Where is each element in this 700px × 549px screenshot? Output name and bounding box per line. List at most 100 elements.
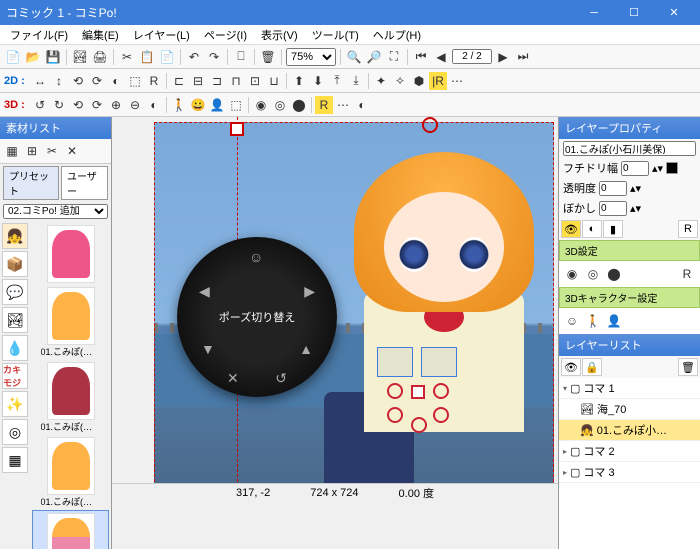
2d-align-icon[interactable]: ⊏	[170, 72, 188, 90]
menu-file[interactable]: ファイル(F)	[4, 25, 74, 45]
2d-misc-icon[interactable]: |R	[429, 72, 447, 90]
radial-reset-icon[interactable]: ↺	[275, 370, 287, 387]
category-icon[interactable]: 👧	[2, 223, 28, 249]
rotate-handle[interactable]	[422, 117, 438, 133]
3d-tool-icon[interactable]: ◎	[271, 96, 289, 114]
close-button[interactable]: ✕	[654, 0, 694, 25]
prop-tab-icon[interactable]: 👁	[561, 220, 581, 238]
category-icon[interactable]: 💧	[2, 335, 28, 361]
3d-tool-icon[interactable]: ⟲	[69, 96, 87, 114]
menu-help[interactable]: ヘルプ(H)	[367, 25, 427, 45]
2d-order-icon[interactable]: ⬆	[290, 72, 308, 90]
prop-tab-icon[interactable]: ◐	[582, 220, 602, 238]
category-icon[interactable]: 💬	[2, 279, 28, 305]
3d-tool-icon[interactable]: ↺	[31, 96, 49, 114]
menu-edit[interactable]: 編集(E)	[76, 25, 125, 45]
paste-icon[interactable]: 📄	[158, 48, 176, 66]
asset-thumb[interactable]	[32, 223, 109, 285]
first-page-icon[interactable]: ⏮	[412, 48, 430, 66]
char-setting-icon[interactable]: 👤	[605, 312, 623, 330]
menu-layer[interactable]: レイヤー(L)	[127, 25, 196, 45]
3d-tool-icon[interactable]: ⋯	[334, 96, 352, 114]
print-icon[interactable]: 🖨	[91, 48, 109, 66]
fit-icon[interactable]: ⛶	[385, 48, 403, 66]
char-setting-icon[interactable]: 🚶	[584, 312, 602, 330]
snap-icon[interactable]: ⎕	[232, 48, 250, 66]
open-icon[interactable]: 📂	[24, 48, 42, 66]
zoomin-icon[interactable]: 🔍	[345, 48, 363, 66]
maximize-button[interactable]: ☐	[614, 0, 654, 25]
radial-down-icon[interactable]: ▼	[201, 341, 215, 357]
char-setting-icon[interactable]: ☺	[563, 312, 581, 330]
radial-left-icon[interactable]: ◀	[199, 283, 210, 300]
layer-item[interactable]: ▸▢コマ 3	[559, 462, 700, 483]
radial-up-icon[interactable]: ▲	[299, 341, 313, 357]
layer-item[interactable]: 👧01.こみぽ小…	[559, 420, 700, 441]
2d-tool-icon[interactable]: ↔	[31, 72, 49, 90]
asset-thumb[interactable]: 01.こみぽ(小…	[32, 510, 109, 549]
layer-item[interactable]: ▾▢コマ 1	[559, 378, 700, 399]
asset-category-select[interactable]: 02.コミPo! 追加	[3, 204, 108, 219]
layer-tool-icon[interactable]: 🗑	[678, 358, 698, 376]
tab-preset[interactable]: プリセット	[3, 166, 59, 200]
2d-align-icon[interactable]: ⊓	[227, 72, 245, 90]
3d-tool-icon[interactable]: 🚶	[170, 96, 188, 114]
save-icon[interactable]: 💾	[44, 48, 62, 66]
menu-tool[interactable]: ツール(T)	[306, 25, 365, 45]
3d-setting-icon[interactable]: R	[678, 265, 696, 283]
opacity-field[interactable]	[599, 181, 627, 196]
minimize-button[interactable]: ─	[574, 0, 614, 25]
menu-page[interactable]: ページ(I)	[198, 25, 253, 45]
page-field[interactable]	[452, 49, 492, 64]
blur-field[interactable]	[599, 201, 627, 216]
category-icon[interactable]: カキモジ	[2, 363, 28, 389]
2d-tool-icon[interactable]: ↕	[50, 72, 68, 90]
category-icon[interactable]: ✨	[2, 391, 28, 417]
3d-setting-icon[interactable]: ⬤	[605, 265, 623, 283]
category-icon[interactable]: 📦	[2, 251, 28, 277]
2d-misc-icon[interactable]: ✦	[372, 72, 390, 90]
radial-close-icon[interactable]: ✕	[227, 370, 239, 387]
3d-tool-icon[interactable]: ⊖	[126, 96, 144, 114]
asset-tool-icon[interactable]: ✕	[63, 142, 81, 160]
3d-tool-icon[interactable]: R	[315, 96, 333, 114]
3d-tool-icon[interactable]: 👤	[208, 96, 226, 114]
2d-misc-icon[interactable]: ✧	[391, 72, 409, 90]
selection-gizmo[interactable]	[377, 347, 467, 427]
menu-view[interactable]: 表示(V)	[255, 25, 304, 45]
2d-order-icon[interactable]: ⬇	[309, 72, 327, 90]
2d-order-icon[interactable]: ⤓	[347, 72, 365, 90]
tab-user[interactable]: ユーザー	[61, 166, 108, 200]
category-icon[interactable]: ◎	[2, 419, 28, 445]
asset-thumb[interactable]: 01.こみぽ(小…	[32, 285, 109, 360]
export-icon[interactable]: 🏞	[71, 48, 89, 66]
layer-item[interactable]: ▸▢コマ 2	[559, 441, 700, 462]
border-color-swatch[interactable]	[666, 162, 678, 174]
2d-misc-icon[interactable]: ⋯	[448, 72, 466, 90]
zoom-select[interactable]: 75%	[286, 48, 336, 66]
undo-icon[interactable]: ↶	[185, 48, 203, 66]
3d-tool-icon[interactable]: ⟳	[88, 96, 106, 114]
layer-item[interactable]: 🏞海_70	[559, 399, 700, 420]
asset-thumb[interactable]: 01.こみぽ(小…	[32, 435, 109, 510]
next-page-icon[interactable]: ▶	[494, 48, 512, 66]
3d-tool-icon[interactable]: ↻	[50, 96, 68, 114]
radial-right-icon[interactable]: ▶	[304, 283, 315, 300]
3d-tool-icon[interactable]: ◐	[145, 96, 163, 114]
3d-setting-icon[interactable]: ◉	[563, 265, 581, 283]
prop-tab-icon[interactable]: R	[678, 220, 698, 238]
2d-align-icon[interactable]: ⊐	[208, 72, 226, 90]
asset-tool-icon[interactable]: ▦	[3, 142, 21, 160]
asset-tool-icon[interactable]: ⊞	[23, 142, 41, 160]
3d-tool-icon[interactable]: ◉	[252, 96, 270, 114]
asset-tool-icon[interactable]: ✂	[43, 142, 61, 160]
3d-setting-icon[interactable]: ◎	[584, 265, 602, 283]
layer-name-field[interactable]	[563, 141, 696, 156]
radial-menu[interactable]: ポーズ切り替え ☺ ◀ ▶ ▼ ▲ ✕ ↺	[177, 237, 337, 397]
asset-thumb[interactable]: 01.こみぽ(小…	[32, 360, 109, 435]
category-icon[interactable]: 🏞	[2, 307, 28, 333]
radial-smile-icon[interactable]: ☺	[249, 249, 263, 265]
2d-align-icon[interactable]: ⊟	[189, 72, 207, 90]
3d-tool-icon[interactable]: 😀	[189, 96, 207, 114]
resize-handle[interactable]	[230, 122, 244, 136]
